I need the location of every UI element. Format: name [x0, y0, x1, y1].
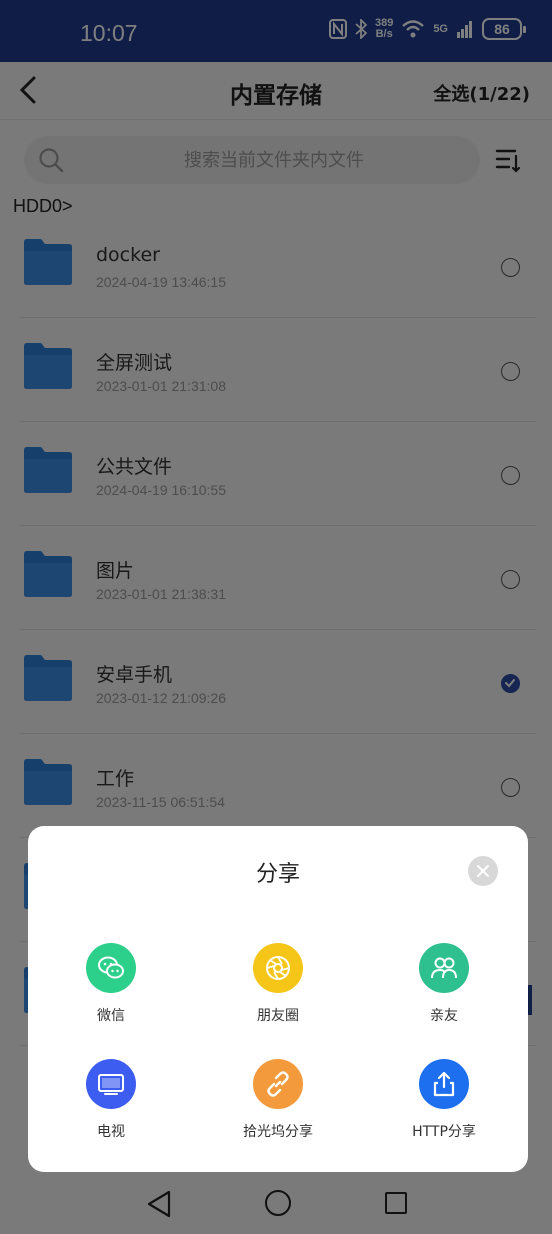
- share-moments[interactable]: 朋友圈: [208, 943, 348, 1025]
- share-link[interactable]: 拾光坞分享: [208, 1059, 348, 1141]
- family-icon: [419, 943, 469, 993]
- close-button[interactable]: [468, 856, 498, 886]
- tv-icon: [86, 1059, 136, 1109]
- share-label: 拾光坞分享: [243, 1124, 313, 1140]
- link-icon: [253, 1059, 303, 1109]
- share-label: 朋友圈: [257, 1008, 299, 1024]
- share-sheet: 分享 微信 朋友圈 亲友 电视 拾光坞分享 HTTP分享: [28, 826, 528, 1172]
- share-label: 微信: [97, 1008, 125, 1024]
- share-tv[interactable]: 电视: [41, 1059, 181, 1141]
- share-sheet-title: 分享: [255, 862, 300, 887]
- wechat-icon: [86, 943, 136, 993]
- share-wechat[interactable]: 微信: [41, 943, 181, 1025]
- moments-icon: [253, 943, 303, 993]
- share-label: 亲友: [430, 1008, 458, 1024]
- share-http[interactable]: HTTP分享: [374, 1059, 514, 1141]
- share-family[interactable]: 亲友: [374, 943, 514, 1025]
- share-label: HTTP分享: [412, 1124, 476, 1140]
- upload-share-icon: [419, 1059, 469, 1109]
- share-label: 电视: [97, 1124, 125, 1140]
- close-icon: [477, 865, 489, 877]
